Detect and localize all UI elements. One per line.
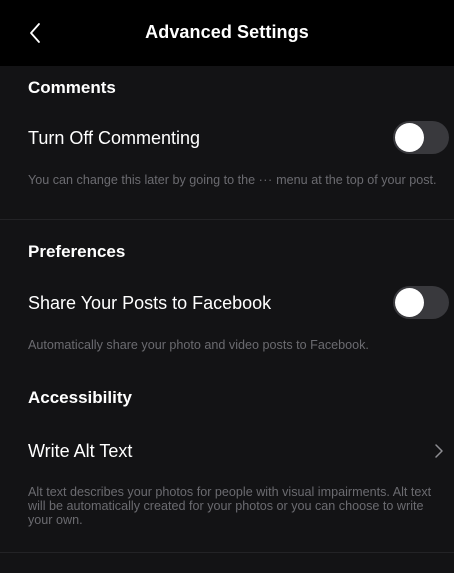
comments-caption-after: menu at the top of your post. [272, 173, 437, 187]
navigation-header: Advanced Settings [0, 0, 454, 66]
section-divider [0, 219, 454, 220]
more-options-icon: ··· [258, 173, 273, 187]
section-divider [0, 552, 454, 553]
chevron-right-icon [435, 444, 443, 458]
turn-off-commenting-row[interactable]: Turn Off Commenting [0, 116, 454, 160]
write-alt-text-row[interactable]: Write Alt Text [0, 428, 454, 472]
share-to-facebook-label: Share Your Posts to Facebook [28, 293, 272, 313]
comments-caption-before: You can change this later by going to th… [28, 173, 259, 187]
toggle-knob [395, 123, 424, 152]
section-header-preferences: Preferences [28, 242, 126, 261]
settings-content: Comments Turn Off Commenting You can cha… [0, 66, 454, 573]
accessibility-caption: Alt text describes your photos for peopl… [28, 485, 432, 527]
preferences-caption: Automatically share your photo and video… [28, 338, 369, 352]
section-header-comments: Comments [28, 78, 116, 97]
page-title: Advanced Settings [145, 22, 309, 42]
comments-caption: You can change this later by going to th… [28, 173, 438, 187]
share-to-facebook-row[interactable]: Share Your Posts to Facebook [0, 280, 454, 324]
toggle-knob [395, 288, 424, 317]
turn-off-commenting-label: Turn Off Commenting [28, 128, 201, 148]
write-alt-text-label: Write Alt Text [28, 441, 133, 461]
share-to-facebook-toggle[interactable] [393, 286, 449, 319]
turn-off-commenting-toggle[interactable] [393, 121, 449, 154]
section-header-accessibility: Accessibility [28, 388, 132, 407]
